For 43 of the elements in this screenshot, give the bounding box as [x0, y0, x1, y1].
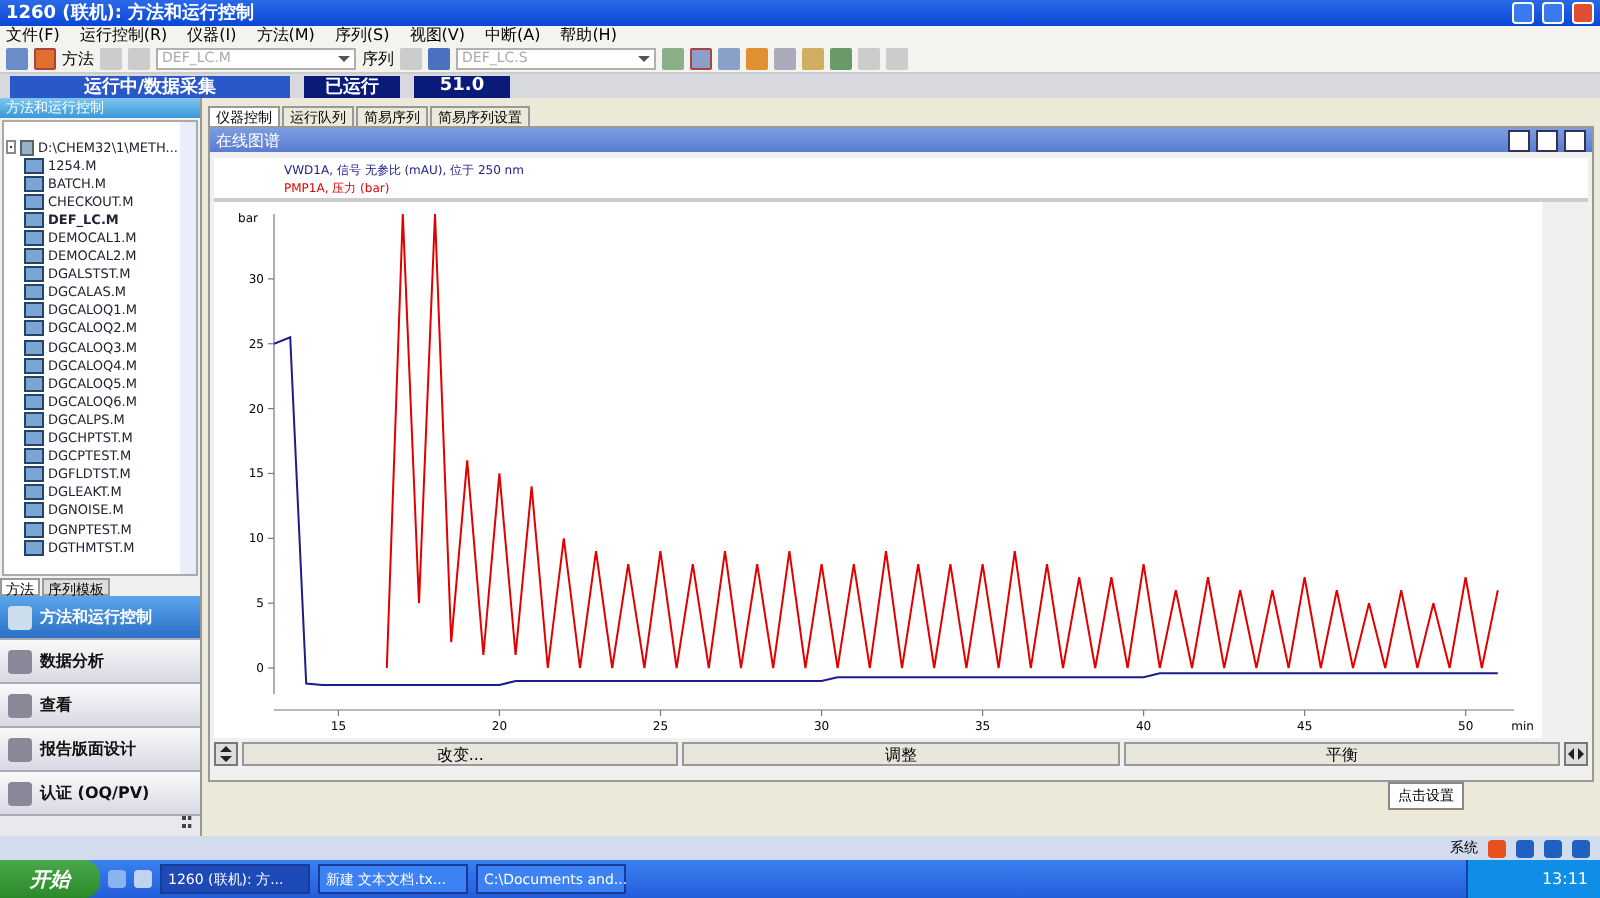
folder-icon	[19, 139, 35, 156]
scroll-arrows-button[interactable]	[1563, 741, 1588, 765]
toolbar-icon[interactable]	[662, 47, 684, 69]
run-label: 已运行	[304, 75, 400, 97]
input-method-icon[interactable]	[1488, 839, 1506, 857]
toolbar-icon[interactable]	[746, 47, 768, 69]
menu-item[interactable]: 序列(S)	[334, 24, 390, 46]
menu-item[interactable]: 文件(F)	[6, 24, 60, 46]
window-title: 1260 (联机): 方法和运行控制	[6, 0, 257, 26]
scroll-arrows-button[interactable]	[214, 741, 238, 765]
start-button[interactable]: 开始	[0, 860, 100, 898]
toolbar-icon[interactable]	[830, 47, 852, 69]
action-button[interactable]: 平衡	[1123, 741, 1560, 765]
method-label: 方法	[62, 47, 94, 69]
toolbar-icon[interactable]	[34, 47, 56, 69]
menu-item[interactable]: 帮助(H)	[560, 24, 617, 46]
nav-item[interactable]: 查看	[0, 684, 200, 728]
maximize-button[interactable]	[1536, 129, 1558, 151]
nav-item[interactable]: 数据分析	[0, 640, 200, 684]
minimize-button[interactable]	[1508, 129, 1530, 151]
action-button[interactable]: 调整	[682, 741, 1120, 765]
close-button[interactable]	[1564, 129, 1586, 151]
menu-item[interactable]: 视图(V)	[409, 24, 465, 46]
restore-button[interactable]	[1542, 2, 1564, 24]
toolbar-icon[interactable]	[718, 47, 740, 69]
save-icon[interactable]	[428, 47, 450, 69]
run-status: 运行中/数据采集	[10, 75, 290, 97]
clock: 13:11	[1466, 860, 1600, 898]
menu-item[interactable]: 中断(A)	[484, 24, 541, 46]
plot-title: 在线图谱	[216, 129, 282, 151]
menu-item[interactable]: 仪器(I)	[187, 24, 237, 46]
scrollbar[interactable]	[180, 122, 196, 574]
toolbar-icon[interactable]	[6, 47, 28, 69]
nav-item[interactable]: 方法和运行控制	[0, 596, 200, 640]
nav-item[interactable]: 报告版面设计	[0, 728, 200, 772]
menu-item[interactable]: 运行控制(R)	[79, 24, 168, 46]
collapse-toggle-icon[interactable]	[6, 140, 16, 155]
nav-item[interactable]: 认证 (OQ/PV)	[0, 772, 200, 816]
toolbar-icon[interactable]	[690, 47, 712, 69]
sequence-label: 序列	[362, 47, 394, 69]
action-button[interactable]: 改变...	[242, 741, 679, 765]
run-time: 51.0	[414, 75, 510, 97]
menu-item[interactable]: 方法(M)	[256, 24, 315, 46]
